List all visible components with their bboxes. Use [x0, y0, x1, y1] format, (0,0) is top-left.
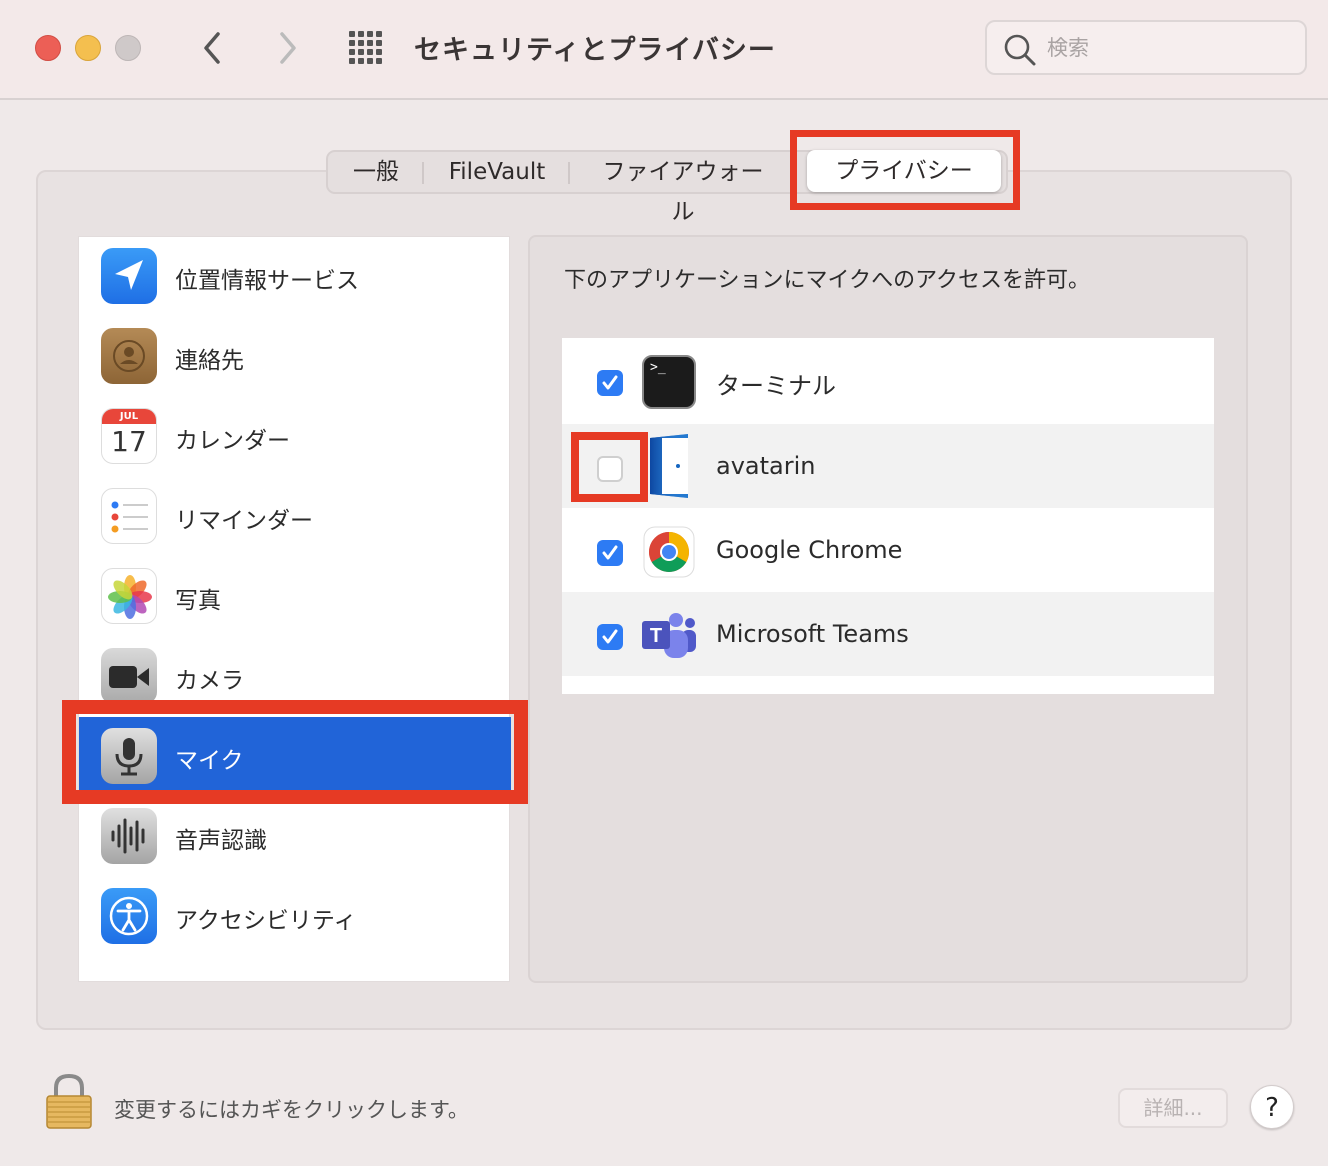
teams-letter: T — [650, 625, 662, 647]
speech-recognition-icon — [101, 808, 157, 864]
calendar-month: JUL — [102, 409, 156, 424]
highlight-box-privacy-tab — [790, 130, 1020, 210]
minimize-window-button[interactable] — [75, 35, 101, 61]
sidebar-item-calendar[interactable]: JUL 17 カレンダー — [79, 397, 511, 477]
app-row-terminal: >_ ターミナル — [562, 338, 1214, 422]
checkmark-icon — [602, 375, 618, 390]
lock-instruction: 変更するにはカギをクリックします。 — [114, 1098, 469, 1122]
advanced-button[interactable]: 詳細... — [1118, 1088, 1228, 1128]
sidebar-item-accessibility[interactable]: アクセシビリティ — [79, 877, 511, 957]
sidebar-item-label: 連絡先 — [175, 348, 244, 374]
sidebar-item-label: アクセシビリティ — [175, 908, 357, 934]
app-name: avatarin — [716, 452, 816, 480]
photos-icon — [101, 568, 157, 624]
reminders-icon — [101, 488, 157, 544]
search-field[interactable] — [985, 20, 1307, 75]
back-button[interactable] — [198, 28, 228, 68]
close-window-button[interactable] — [35, 35, 61, 61]
sidebar-item-label: リマインダー — [175, 508, 313, 534]
terminal-checkbox[interactable] — [597, 370, 623, 396]
contacts-icon — [101, 328, 157, 384]
highlight-box-avatarin-checkbox — [571, 432, 648, 502]
sidebar-item-contacts[interactable]: 連絡先 — [79, 317, 511, 397]
avatarin-icon — [648, 434, 692, 498]
app-name: Google Chrome — [716, 536, 903, 564]
location-arrow-icon — [101, 248, 157, 304]
app-name: ターミナル — [716, 372, 836, 400]
sidebar-item-location-services[interactable]: 位置情報サービス — [79, 237, 511, 317]
search-input[interactable] — [1047, 32, 1287, 64]
chrome-checkbox[interactable] — [597, 540, 623, 566]
terminal-icon: >_ — [642, 355, 696, 409]
accessibility-icon — [101, 888, 157, 944]
app-name: Microsoft Teams — [716, 620, 909, 648]
terminal-prompt: >_ — [650, 360, 666, 375]
sidebar-item-label: カメラ — [175, 668, 244, 694]
chevron-right-icon — [280, 32, 296, 64]
camera-icon — [101, 648, 157, 704]
app-row-google-chrome: Google Chrome — [562, 508, 1214, 592]
lock-icon — [46, 1073, 92, 1129]
sidebar-item-speech-recognition[interactable]: 音声認識 — [79, 797, 511, 877]
zoom-window-button[interactable] — [115, 35, 141, 61]
teams-checkbox[interactable] — [597, 624, 623, 650]
calendar-day: 17 — [111, 425, 147, 458]
lock-button[interactable] — [44, 1072, 94, 1132]
chrome-icon — [642, 525, 696, 579]
privacy-category-list[interactable]: 位置情報サービス 連絡先 JUL 17 カレンダー リマインダー 写真 カメラ … — [78, 236, 511, 982]
forward-button[interactable] — [272, 28, 302, 68]
app-row-microsoft-teams: T Microsoft Teams — [562, 592, 1214, 676]
grid-icon — [349, 31, 382, 64]
search-icon — [1004, 34, 1036, 66]
chevron-left-icon — [204, 32, 220, 64]
sidebar-item-label: 位置情報サービス — [175, 268, 359, 294]
checkmark-icon — [602, 545, 618, 560]
tab-general[interactable]: 一般 — [328, 152, 424, 192]
checkmark-icon — [602, 629, 618, 644]
teams-icon: T — [640, 609, 696, 663]
access-description: 下のアプリケーションにマイクへのアクセスを許可。 — [564, 268, 1091, 293]
app-list[interactable]: >_ ターミナル avatarin Google Chrome T Micros… — [562, 338, 1214, 694]
help-button[interactable]: ? — [1250, 1085, 1294, 1129]
tab-firewall[interactable]: ファイアウォール — [570, 152, 796, 225]
tab-filevault[interactable]: FileVault — [424, 152, 570, 192]
sidebar-item-photos[interactable]: 写真 — [79, 557, 511, 637]
sidebar-item-label: カレンダー — [175, 428, 290, 454]
highlight-box-microphone — [62, 700, 528, 804]
sidebar-item-label: 音声認識 — [175, 828, 267, 854]
calendar-icon: JUL 17 — [101, 408, 157, 464]
title-bar: セキュリティとプライバシー — [0, 0, 1328, 100]
show-all-grid-button[interactable] — [348, 30, 384, 66]
sidebar-item-reminders[interactable]: リマインダー — [79, 477, 511, 557]
app-row-avatarin: avatarin — [562, 424, 1214, 508]
sidebar-item-label: 写真 — [175, 588, 221, 614]
window-title: セキュリティとプライバシー — [414, 35, 776, 66]
